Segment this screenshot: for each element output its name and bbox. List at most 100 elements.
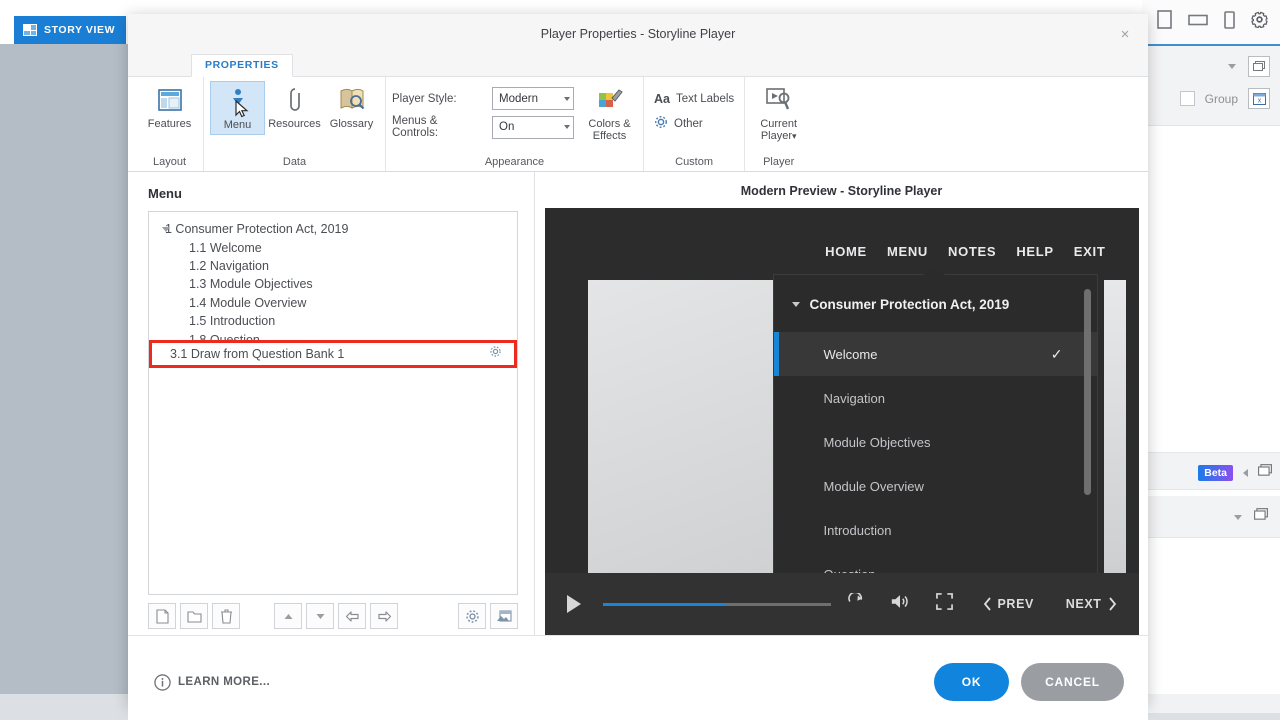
player-menu-item[interactable]: Module Objectives xyxy=(774,420,1097,464)
new-item-button[interactable] xyxy=(148,603,176,629)
tab-properties[interactable]: PROPERTIES xyxy=(191,54,293,77)
ribbon-group-layout: Features Layout xyxy=(136,77,204,171)
player-nav-home[interactable]: HOME xyxy=(825,244,867,259)
storyline-player-preview: HOME MENU NOTES HELP EXIT Consumer Protectio… xyxy=(545,208,1139,635)
dialog-title: Player Properties - Storyline Player xyxy=(541,27,736,41)
player-menu-item[interactable]: Module Overview xyxy=(774,464,1097,508)
menu-button[interactable]: Menu xyxy=(210,81,265,135)
colors-effects-button[interactable]: Colors & Effects xyxy=(582,81,637,145)
player-menu-scrollbar[interactable] xyxy=(1084,289,1091,495)
reset-menu-button[interactable] xyxy=(490,603,518,629)
menus-controls-value: On xyxy=(499,121,514,133)
menu-tree-item-label: 1 Consumer Protection Act, 2019 xyxy=(165,222,348,236)
chevron-down-icon[interactable] xyxy=(162,227,170,232)
ok-button[interactable]: OK xyxy=(934,663,1009,701)
promote-button[interactable] xyxy=(338,603,366,629)
tablet-portrait-icon[interactable] xyxy=(1157,10,1172,34)
other-button[interactable]: Other xyxy=(650,112,738,135)
ribbon: Features Layout Menu xyxy=(128,77,1148,172)
learn-more-label: LEARN MORE... xyxy=(178,676,270,688)
next-button-label: NEXT xyxy=(1066,597,1102,611)
selected-menu-item-highlight[interactable]: 3.1 Draw from Question Bank 1 xyxy=(149,340,517,368)
menu-tree-item[interactable]: 1.1 Welcome xyxy=(149,238,517,256)
menu-tree-item[interactable]: 1.3 Module Objectives xyxy=(149,275,517,293)
learn-more-link[interactable]: LEARN MORE... xyxy=(154,674,270,691)
gear-icon xyxy=(654,115,668,132)
beta-badge: Beta xyxy=(1198,465,1233,481)
svg-text:x: x xyxy=(1257,97,1261,104)
ribbon-group-custom-title: Custom xyxy=(650,156,738,171)
menus-controls-select[interactable]: On xyxy=(492,116,574,139)
prev-button[interactable]: PREV xyxy=(983,597,1034,611)
text-labels-button[interactable]: Aa Text Labels xyxy=(650,89,738,109)
player-menu-popup[interactable]: Consumer Protection Act, 2019 Welcome✓Na… xyxy=(773,274,1098,582)
menu-tree-item[interactable]: 1.5 Introduction xyxy=(149,312,517,330)
player-menu-item-label: Module Objectives xyxy=(824,435,931,450)
menus-controls-label: Menus & Controls: xyxy=(392,115,484,139)
player-properties-dialog: Player Properties - Storyline Player × P… xyxy=(128,14,1148,706)
background-canvas-area xyxy=(0,44,128,694)
group-label: Group xyxy=(1205,92,1238,106)
move-up-button[interactable] xyxy=(274,603,302,629)
menu-tree-item-label: 1.2 Navigation xyxy=(189,259,269,273)
close-window-icon[interactable]: x xyxy=(1248,88,1270,109)
next-button[interactable]: NEXT xyxy=(1066,597,1117,611)
resources-button[interactable]: Resources xyxy=(267,81,322,133)
player-menu-item[interactable]: Navigation xyxy=(774,376,1097,420)
gear-icon[interactable] xyxy=(489,345,502,363)
current-player-button[interactable]: Current Player▾ xyxy=(751,81,806,145)
player-menu-item-label: Introduction xyxy=(824,523,892,538)
phone-icon[interactable] xyxy=(1224,11,1235,34)
window-icon[interactable] xyxy=(1254,508,1268,526)
progress-bar[interactable] xyxy=(603,603,831,606)
delete-item-button[interactable] xyxy=(212,603,240,629)
menu-tree-item-label: 1.4 Module Overview xyxy=(189,296,306,310)
player-nav-exit[interactable]: EXIT xyxy=(1074,244,1106,259)
player-menu-popup-header[interactable]: Consumer Protection Act, 2019 xyxy=(774,275,1097,332)
resources-button-label: Resources xyxy=(268,118,321,130)
tablet-landscape-icon[interactable] xyxy=(1188,13,1208,32)
fullscreen-icon[interactable] xyxy=(936,593,953,615)
play-icon[interactable] xyxy=(567,595,581,613)
player-nav-menu[interactable]: MENU xyxy=(887,244,928,259)
prev-button-label: PREV xyxy=(998,597,1034,611)
open-item-button[interactable] xyxy=(180,603,208,629)
paperclip-icon xyxy=(280,85,310,115)
ribbon-group-data: Menu Resources xyxy=(204,77,386,171)
menu-tree-item-label: 1.3 Module Objectives xyxy=(189,277,313,291)
cancel-button[interactable]: CANCEL xyxy=(1021,663,1124,701)
player-style-value: Modern xyxy=(499,93,538,105)
menu-tree[interactable]: 1 Consumer Protection Act, 2019 1.1 Welco… xyxy=(148,211,518,595)
player-menu-item-label: Module Overview xyxy=(824,479,924,494)
player-sidebar-strip xyxy=(1104,280,1126,582)
player-menu-item[interactable]: Introduction xyxy=(774,508,1097,552)
replay-icon[interactable] xyxy=(847,593,864,616)
window-icon[interactable] xyxy=(1258,464,1272,482)
menu-tree-item[interactable]: 1.4 Module Overview xyxy=(149,294,517,312)
story-view-tab[interactable]: STORY VIEW xyxy=(14,16,126,44)
ribbon-group-layout-title: Layout xyxy=(142,156,197,171)
player-style-row: Player Style: Modern xyxy=(392,87,574,110)
player-nav-notes[interactable]: NOTES xyxy=(948,244,996,259)
chevron-down-icon[interactable] xyxy=(792,302,800,307)
chevron-down-icon[interactable] xyxy=(1228,64,1236,69)
player-nav-help[interactable]: HELP xyxy=(1016,244,1053,259)
menu-settings-button[interactable] xyxy=(458,603,486,629)
menu-tree-item[interactable]: 1.2 Navigation xyxy=(149,257,517,275)
menu-tree-item[interactable]: 1 Consumer Protection Act, 2019 xyxy=(149,220,517,238)
features-button[interactable]: Features xyxy=(142,81,197,133)
player-style-select[interactable]: Modern xyxy=(492,87,574,110)
chevron-left-icon[interactable] xyxy=(1243,469,1248,477)
group-checkbox[interactable] xyxy=(1180,91,1195,106)
demote-button[interactable] xyxy=(370,603,398,629)
close-icon[interactable]: × xyxy=(1112,22,1138,46)
volume-icon[interactable] xyxy=(890,593,910,615)
glossary-button[interactable]: Glossary xyxy=(324,81,379,133)
gear-icon[interactable] xyxy=(1251,11,1268,33)
player-menu-item-label: Welcome xyxy=(824,347,878,362)
window-icon[interactable] xyxy=(1248,56,1270,77)
chevron-down-icon[interactable] xyxy=(1234,515,1242,520)
move-down-button[interactable] xyxy=(306,603,334,629)
features-layout-icon xyxy=(155,85,185,115)
player-menu-item[interactable]: Welcome✓ xyxy=(774,332,1097,376)
